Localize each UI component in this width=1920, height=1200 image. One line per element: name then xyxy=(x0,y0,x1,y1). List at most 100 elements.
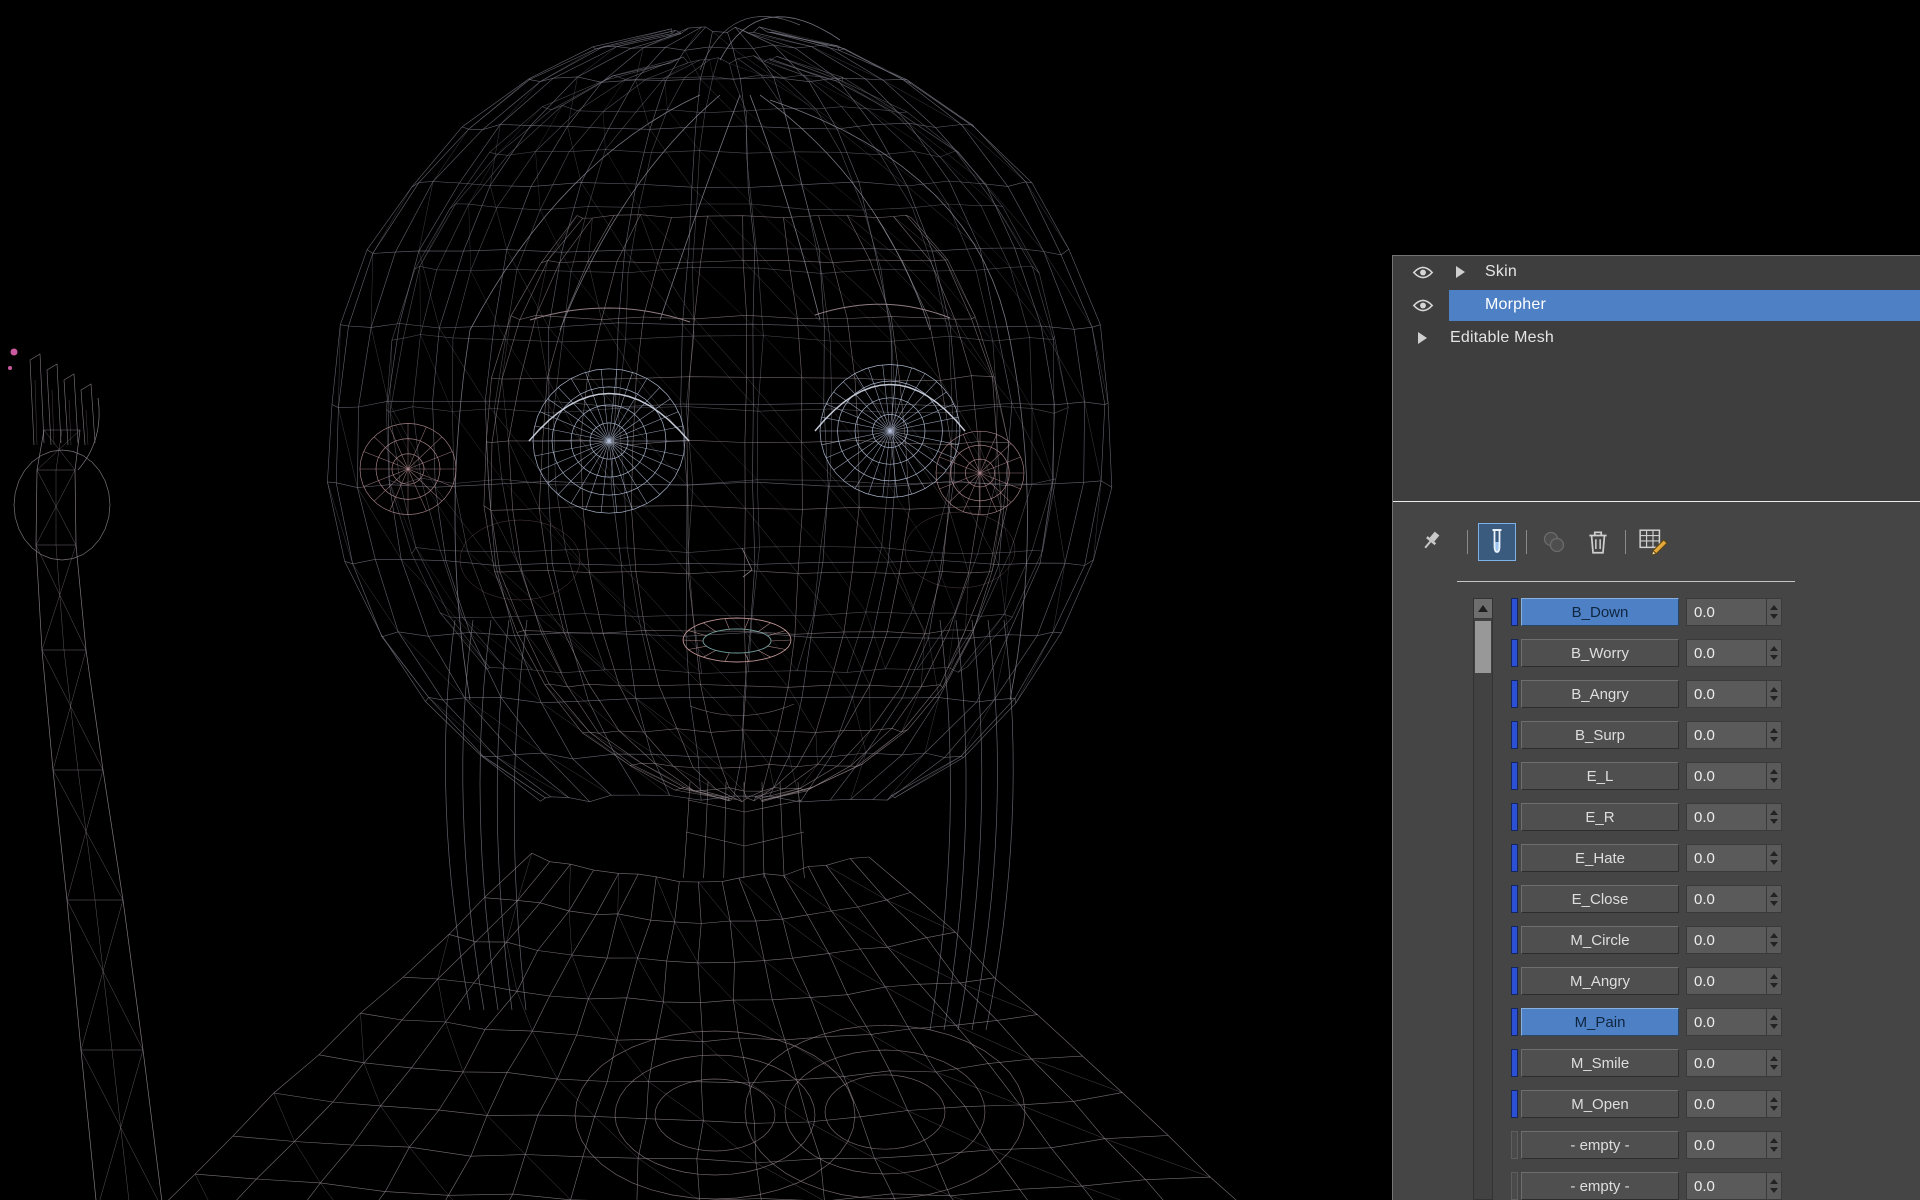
morph-channel-button[interactable]: B_Surp xyxy=(1521,721,1679,749)
configure-modifier-sets-button[interactable] xyxy=(1636,524,1670,560)
morph-progress-bar xyxy=(1511,1131,1518,1159)
morph-value-field[interactable]: 0.0 xyxy=(1686,1172,1782,1200)
morph-value-field[interactable]: 0.0 xyxy=(1686,639,1782,667)
morph-progress-bar xyxy=(1511,598,1518,626)
eye-icon[interactable] xyxy=(1412,298,1434,313)
morph-channel-button[interactable]: M_Angry xyxy=(1521,967,1679,995)
value-spinner[interactable] xyxy=(1766,886,1781,912)
spinner-up-icon[interactable] xyxy=(1770,851,1778,856)
eye-icon[interactable] xyxy=(1412,265,1434,280)
spinner-down-icon[interactable] xyxy=(1770,1024,1778,1029)
spinner-down-icon[interactable] xyxy=(1770,1188,1778,1193)
value-spinner[interactable] xyxy=(1766,1173,1781,1199)
morph-channel-button[interactable]: E_R xyxy=(1521,803,1679,831)
value-spinner[interactable] xyxy=(1766,1009,1781,1035)
spinner-down-icon[interactable] xyxy=(1770,860,1778,865)
value-spinner[interactable] xyxy=(1766,640,1781,666)
morph-value-field[interactable]: 0.0 xyxy=(1686,1131,1782,1159)
morph-value-text: 0.0 xyxy=(1694,1095,1715,1113)
spinner-up-icon[interactable] xyxy=(1770,1015,1778,1020)
morph-channel-button[interactable]: - empty - xyxy=(1521,1131,1679,1159)
morph-value-field[interactable]: 0.0 xyxy=(1686,967,1782,995)
morph-progress-bar xyxy=(1511,1090,1518,1118)
value-spinner[interactable] xyxy=(1766,599,1781,625)
remove-modifier-button[interactable] xyxy=(1581,524,1615,560)
morph-value-field[interactable]: 0.0 xyxy=(1686,844,1782,872)
pin-stack-button[interactable] xyxy=(1413,524,1447,560)
spinner-up-icon[interactable] xyxy=(1770,1056,1778,1061)
spinner-up-icon[interactable] xyxy=(1770,1097,1778,1102)
value-spinner[interactable] xyxy=(1766,1050,1781,1076)
morph-value-field[interactable]: 0.0 xyxy=(1686,680,1782,708)
morph-progress-bar xyxy=(1511,639,1518,667)
value-spinner[interactable] xyxy=(1766,763,1781,789)
value-spinner[interactable] xyxy=(1766,1132,1781,1158)
value-spinner[interactable] xyxy=(1766,722,1781,748)
value-spinner[interactable] xyxy=(1766,845,1781,871)
spinner-up-icon[interactable] xyxy=(1770,646,1778,651)
morph-channel-row: B_Angry 0.0 xyxy=(1511,680,1920,708)
spinner-down-icon[interactable] xyxy=(1770,655,1778,660)
stack-item-morpher[interactable]: Morpher xyxy=(1393,289,1920,322)
morph-channel-button[interactable]: B_Down xyxy=(1521,598,1679,626)
expand-arrow-icon[interactable] xyxy=(1418,332,1427,344)
spinner-down-icon[interactable] xyxy=(1770,737,1778,742)
spinner-up-icon[interactable] xyxy=(1770,769,1778,774)
spinner-down-icon[interactable] xyxy=(1770,819,1778,824)
spinner-up-icon[interactable] xyxy=(1770,974,1778,979)
morph-channel-button[interactable]: M_Pain xyxy=(1521,1008,1679,1036)
spinner-up-icon[interactable] xyxy=(1770,1138,1778,1143)
value-spinner[interactable] xyxy=(1766,1091,1781,1117)
expand-arrow-icon[interactable] xyxy=(1456,266,1465,278)
spinner-down-icon[interactable] xyxy=(1770,1147,1778,1152)
morph-progress-bar xyxy=(1511,1049,1518,1077)
stack-item-skin[interactable]: Skin xyxy=(1393,256,1920,289)
morph-channel-button[interactable]: E_Close xyxy=(1521,885,1679,913)
spinner-down-icon[interactable] xyxy=(1770,696,1778,701)
spinner-down-icon[interactable] xyxy=(1770,1106,1778,1111)
morph-value-field[interactable]: 0.0 xyxy=(1686,885,1782,913)
morph-value-field[interactable]: 0.0 xyxy=(1686,598,1782,626)
morph-value-field[interactable]: 0.0 xyxy=(1686,1049,1782,1077)
spinner-down-icon[interactable] xyxy=(1770,942,1778,947)
spinner-down-icon[interactable] xyxy=(1770,1065,1778,1070)
morph-channel-button[interactable]: M_Circle xyxy=(1521,926,1679,954)
morph-channel-button[interactable]: B_Worry xyxy=(1521,639,1679,667)
morph-value-field[interactable]: 0.0 xyxy=(1686,926,1782,954)
morph-progress-bar xyxy=(1511,844,1518,872)
spinner-up-icon[interactable] xyxy=(1770,687,1778,692)
value-spinner[interactable] xyxy=(1766,927,1781,953)
value-spinner[interactable] xyxy=(1766,968,1781,994)
morph-value-field[interactable]: 0.0 xyxy=(1686,762,1782,790)
value-spinner[interactable] xyxy=(1766,681,1781,707)
spinner-up-icon[interactable] xyxy=(1770,605,1778,610)
morph-channel-button[interactable]: - empty - xyxy=(1521,1172,1679,1200)
stack-item-editable-mesh[interactable]: Editable Mesh xyxy=(1393,322,1920,355)
morph-channel-row: M_Smile 0.0 xyxy=(1511,1049,1920,1077)
stack-item-label: Skin xyxy=(1485,263,1517,280)
morph-channel-button[interactable]: B_Angry xyxy=(1521,680,1679,708)
spinner-down-icon[interactable] xyxy=(1770,614,1778,619)
spinner-up-icon[interactable] xyxy=(1770,1179,1778,1184)
morph-value-field[interactable]: 0.0 xyxy=(1686,721,1782,749)
morph-channel-button[interactable]: M_Smile xyxy=(1521,1049,1679,1077)
morph-channel-row: M_Pain 0.0 xyxy=(1511,1008,1920,1036)
spinner-down-icon[interactable] xyxy=(1770,983,1778,988)
spinner-up-icon[interactable] xyxy=(1770,810,1778,815)
spinner-down-icon[interactable] xyxy=(1770,901,1778,906)
spinner-up-icon[interactable] xyxy=(1770,728,1778,733)
morph-channel-button[interactable]: E_L xyxy=(1521,762,1679,790)
make-unique-button[interactable] xyxy=(1537,524,1571,560)
morph-value-field[interactable]: 0.0 xyxy=(1686,803,1782,831)
morph-value-field[interactable]: 0.0 xyxy=(1686,1090,1782,1118)
morph-value-field[interactable]: 0.0 xyxy=(1686,1008,1782,1036)
show-end-result-button[interactable] xyxy=(1478,523,1516,561)
value-spinner[interactable] xyxy=(1766,804,1781,830)
morph-channel-button[interactable]: M_Open xyxy=(1521,1090,1679,1118)
spinner-down-icon[interactable] xyxy=(1770,778,1778,783)
morph-channel-button[interactable]: E_Hate xyxy=(1521,844,1679,872)
table-edit-icon xyxy=(1639,529,1668,556)
spinner-up-icon[interactable] xyxy=(1770,892,1778,897)
morph-progress-bar xyxy=(1511,967,1518,995)
spinner-up-icon[interactable] xyxy=(1770,933,1778,938)
